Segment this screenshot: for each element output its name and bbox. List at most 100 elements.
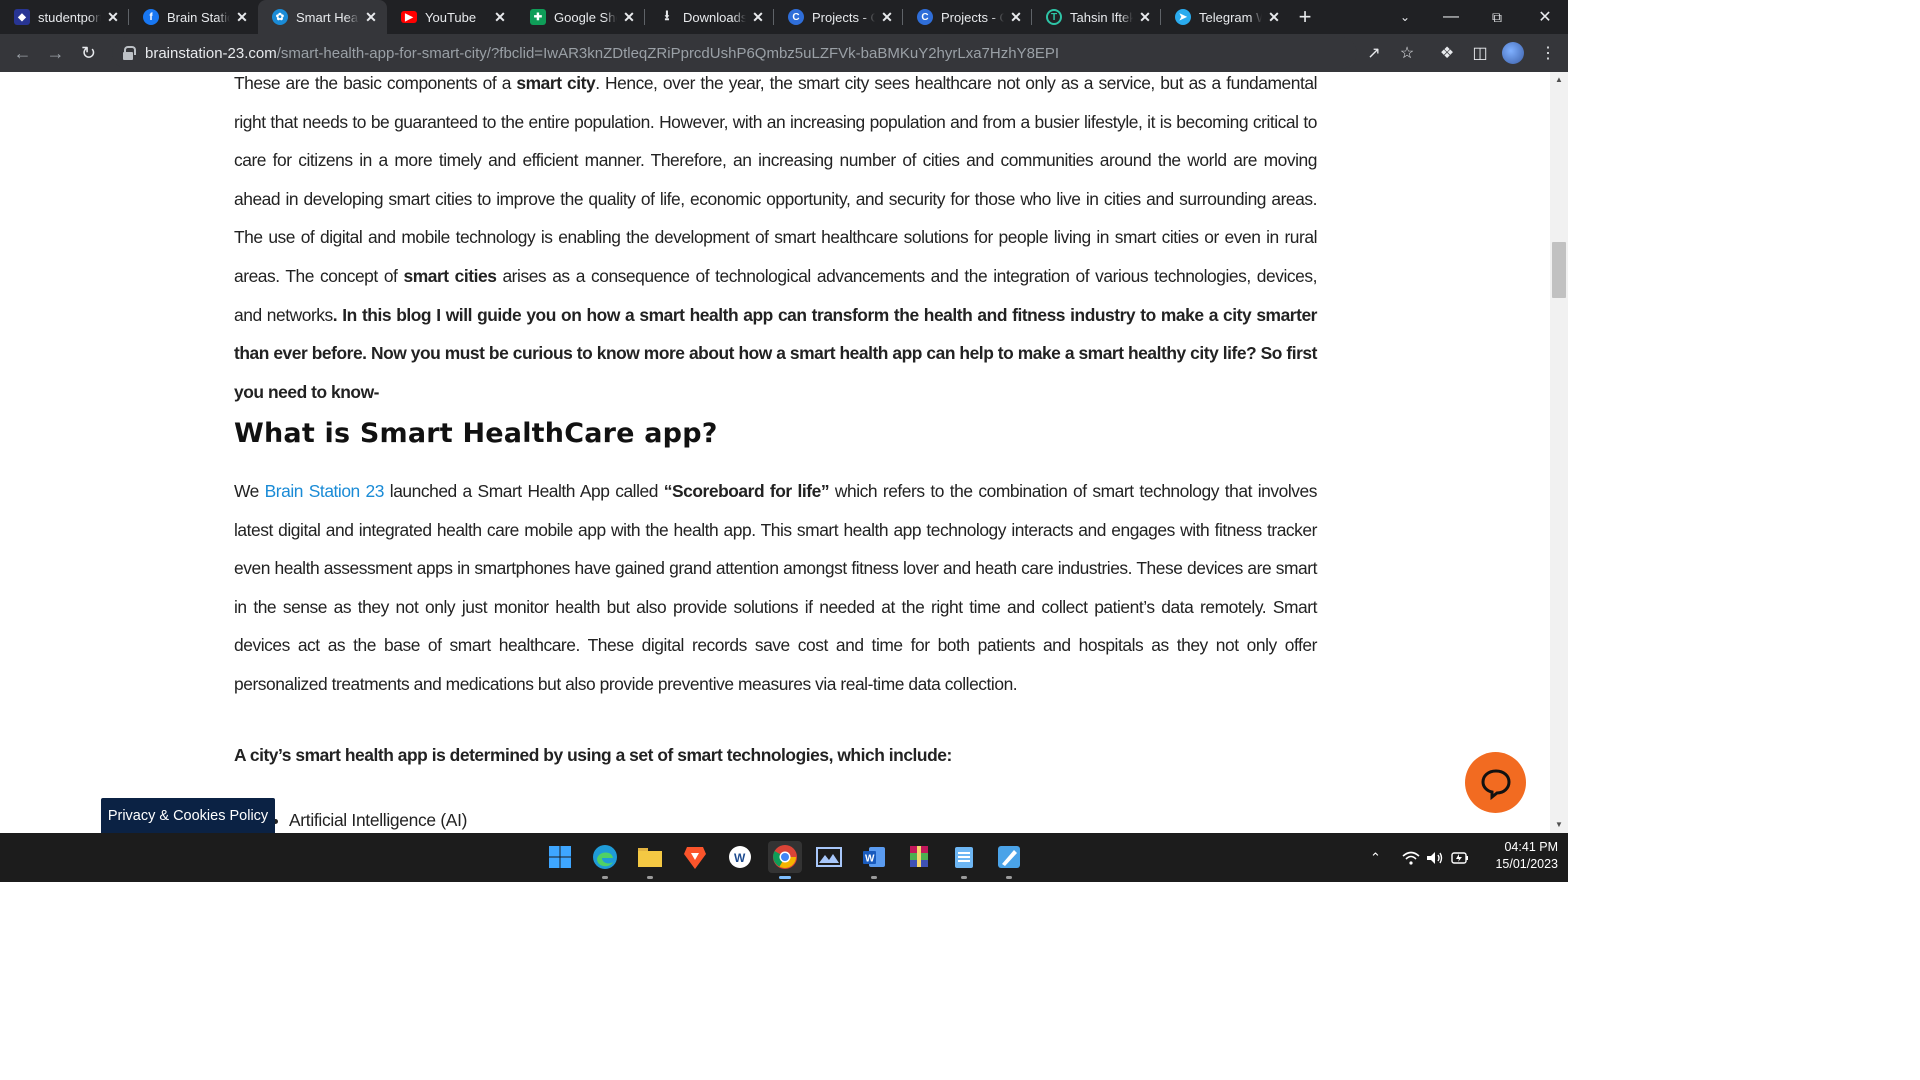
system-clock[interactable]: 04:41 PM 15/01/2023 [1478, 839, 1558, 873]
browser-toolbar: ← → ↻ brainstation-23.com/smart-health-a… [0, 34, 1568, 72]
close-icon[interactable]: ✕ [1137, 9, 1153, 26]
section-heading: What is Smart HealthCare app? [234, 418, 718, 449]
windows-taskbar: W W [0, 833, 1568, 882]
battery-icon[interactable] [1451, 833, 1469, 882]
running-indicator [602, 876, 608, 879]
close-icon[interactable]: ✕ [750, 9, 766, 26]
text-run: We [234, 481, 265, 501]
telegram-icon: ➤ [1175, 9, 1191, 25]
tab-downloads[interactable]: ⭳ Downloads ✕ [645, 0, 774, 34]
winrar-icon[interactable] [903, 841, 935, 873]
article-paragraph-intro: These are the basic components of a smar… [234, 72, 1317, 411]
url-host: brainstation-23.com [145, 44, 277, 62]
tab-label: Projects - Canva [812, 9, 875, 25]
menu-kebab-icon[interactable]: ⋮ [1533, 34, 1563, 72]
reload-icon[interactable]: ↻ [72, 34, 105, 72]
word-icon[interactable]: W [858, 841, 890, 879]
close-icon[interactable]: ✕ [879, 9, 895, 26]
bookmark-star-icon[interactable]: ☆ [1392, 34, 1422, 72]
brain-station-23-link[interactable]: Brain Station 23 [265, 481, 385, 501]
tab-projects-canva-1[interactable]: C Projects - Canva ✕ [774, 0, 903, 34]
close-window-button[interactable]: ✕ [1522, 0, 1568, 34]
clock-date: 15/01/2023 [1495, 857, 1558, 871]
canva-icon: C [917, 9, 933, 25]
running-indicator [1006, 876, 1012, 879]
tab-search-chevron-icon[interactable]: ⌄ [1382, 0, 1428, 34]
close-icon[interactable]: ✕ [1266, 9, 1282, 26]
address-bar[interactable]: brainstation-23.com/smart-health-app-for… [112, 37, 1357, 69]
shield-favicon-icon: T [1046, 9, 1062, 25]
close-icon[interactable]: ✕ [363, 9, 379, 26]
url-text[interactable]: brainstation-23.com/smart-health-app-for… [145, 45, 1059, 62]
google-sheets-icon: ✚ [530, 9, 546, 25]
new-tab-button[interactable]: + [1290, 0, 1320, 34]
bold-blog-intro: . In this blog I will guide you on how a… [234, 304, 1317, 402]
brave-icon[interactable] [679, 841, 711, 873]
tab-label: YouTube [425, 9, 477, 25]
tab-telegram[interactable]: ➤ Telegram Web ✕ [1161, 0, 1290, 34]
brainstation-favicon-icon: ✿ [272, 9, 288, 25]
edge-icon[interactable] [589, 841, 621, 879]
close-icon[interactable]: ✕ [492, 9, 508, 26]
paint-icon[interactable] [993, 841, 1025, 879]
privacy-cookies-button[interactable]: Privacy & Cookies Policy [101, 798, 275, 833]
restore-button[interactable]: ⧉ [1474, 0, 1520, 34]
text-run: . Hence, over the year, the smart city s… [234, 73, 1317, 286]
studentportal-favicon-icon: ◆ [14, 9, 30, 25]
chat-bubble-icon [1480, 768, 1511, 800]
tab-studentportal[interactable]: ◆ studentportal ✕ [0, 0, 129, 34]
tab-google-sheets[interactable]: ✚ Google Sheets ✕ [516, 0, 645, 34]
close-icon[interactable]: ✕ [1008, 9, 1024, 26]
tab-label: Tahsin Iftekhar [1070, 9, 1133, 25]
tab-youtube[interactable]: ▶ YouTube ✕ [387, 0, 516, 34]
svg-text:W: W [865, 854, 875, 865]
minimize-button[interactable]: — [1428, 0, 1474, 34]
file-explorer-icon[interactable] [634, 841, 666, 879]
wordpad-icon[interactable]: W [724, 841, 756, 873]
tab-label: studentportal [38, 9, 101, 25]
tab-label: Projects - Canva [941, 9, 1004, 25]
scrollbar-thumb[interactable] [1552, 242, 1566, 298]
photos-icon[interactable] [813, 841, 845, 873]
youtube-icon: ▶ [401, 11, 417, 23]
canva-icon: C [788, 9, 804, 25]
bold-smart-city: smart city [516, 73, 596, 93]
forward-arrow-icon[interactable]: → [39, 34, 72, 72]
download-icon: ⭳ [664, 7, 670, 23]
notepad-icon[interactable] [948, 841, 980, 879]
windows-start-icon[interactable] [544, 841, 576, 873]
tab-tahsin[interactable]: T Tahsin Iftekhar ✕ [1032, 0, 1161, 34]
running-indicator [779, 876, 791, 879]
bold-smart-cities: smart cities [403, 265, 497, 286]
running-indicator [871, 876, 877, 879]
page-scrollbar[interactable]: ▲ ▼ [1550, 72, 1568, 833]
volume-icon[interactable] [1426, 833, 1444, 882]
tab-label: Downloads [683, 9, 746, 25]
text-run: which refers to the combination of smart… [234, 481, 1317, 694]
close-icon[interactable]: ✕ [234, 9, 250, 26]
wifi-icon[interactable] [1402, 833, 1420, 882]
tab-brain-station-facebook[interactable]: f Brain Station 23 ✕ [129, 0, 258, 34]
profile-avatar-icon[interactable] [1498, 34, 1528, 72]
tab-label: Brain Station 23 [167, 9, 230, 25]
scroll-down-arrow-icon[interactable]: ▼ [1550, 817, 1568, 833]
close-icon[interactable]: ✕ [621, 9, 637, 26]
list-item: Artificial Intelligence (AI) [272, 810, 468, 830]
lock-icon[interactable] [122, 46, 136, 60]
scroll-up-arrow-icon[interactable]: ▲ [1550, 72, 1568, 88]
tab-label: Google Sheets [554, 9, 617, 25]
side-panel-icon[interactable]: ◫ [1465, 34, 1495, 72]
chat-widget-button[interactable] [1465, 752, 1526, 813]
extensions-puzzle-icon[interactable]: ❖ [1432, 34, 1462, 72]
article-paragraph-what-is: We Brain Station 23 launched a Smart Hea… [234, 472, 1317, 704]
share-icon[interactable]: ↗ [1359, 34, 1389, 72]
text-run: These are the basic components of a [234, 73, 517, 93]
close-icon[interactable]: ✕ [105, 9, 121, 26]
chrome-icon[interactable] [768, 841, 802, 879]
tab-smart-health[interactable]: ✿ Smart Health ✕ [258, 0, 387, 34]
facebook-icon: f [143, 9, 159, 25]
tab-projects-canva-2[interactable]: C Projects - Canva ✕ [903, 0, 1032, 34]
back-arrow-icon[interactable]: ← [6, 34, 39, 72]
bold-app-name: “Scoreboard for life” [663, 481, 830, 501]
show-hidden-icons-chevron-icon[interactable]: ⌃ [1370, 833, 1381, 882]
